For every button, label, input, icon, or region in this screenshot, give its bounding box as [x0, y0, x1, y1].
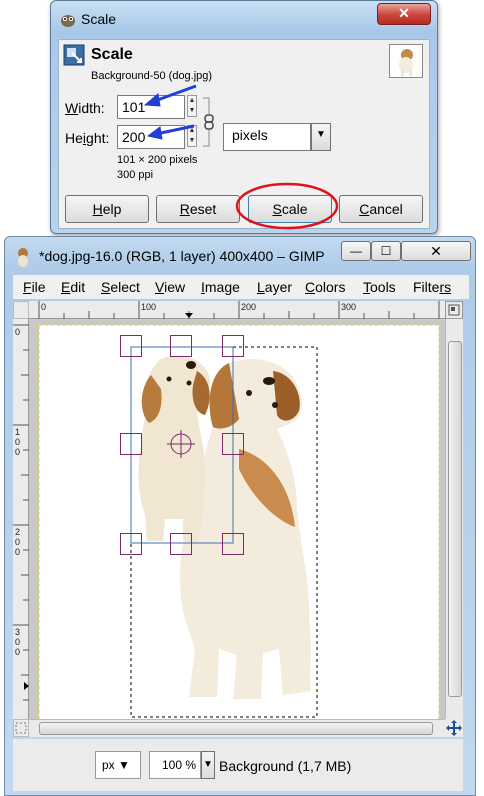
vertical-scroll-thumb[interactable] [448, 341, 462, 697]
maximize-button[interactable]: ☐ [371, 241, 401, 261]
gimp-titlebar[interactable]: *dog.jpg-16.0 (RGB, 1 layer) 400x400 – G… [5, 237, 475, 273]
canvas-viewport[interactable] [29, 319, 445, 725]
zoom-dropdown-arrow[interactable]: ▼ [201, 751, 215, 779]
menu-colors[interactable]: Colors [305, 279, 345, 295]
unit-selector[interactable]: px ▼ [95, 751, 141, 779]
gimp-app-icon [18, 248, 28, 267]
navigate-icon[interactable] [445, 301, 463, 319]
menu-file[interactable]: File [23, 279, 46, 295]
menu-filters[interactable]: Filters [413, 279, 451, 295]
height-annotation-arrow [146, 124, 195, 140]
scale-handle-top[interactable] [170, 335, 192, 357]
ruler-v-label-300: 300 [15, 627, 21, 657]
vertical-ruler-ticks [13, 324, 29, 701]
ruler-corner [13, 301, 29, 319]
annotation-overlay [143, 84, 339, 230]
ruler-h-label-200: 200 [241, 302, 257, 312]
scale-button-highlight-circle [235, 182, 339, 230]
width-annotation-arrow [143, 84, 197, 107]
zoom-toggle-icon[interactable] [445, 719, 463, 737]
scale-handle-bottom-left[interactable] [120, 533, 142, 555]
scale-handle-top-right[interactable] [222, 335, 244, 357]
ruler-v-label-100: 100 [15, 427, 21, 457]
ruler-h-label-100: 100 [141, 302, 157, 312]
gimp-window-title: *dog.jpg-16.0 (RGB, 1 layer) 400x400 – G… [39, 248, 325, 264]
scale-handle-right[interactable] [222, 433, 244, 455]
horizontal-ruler[interactable]: 0 100 200 300 [29, 301, 445, 319]
dog-image [138, 355, 311, 699]
menu-image[interactable]: Image [201, 279, 240, 295]
menu-tools[interactable]: Tools [363, 279, 396, 295]
menu-select[interactable]: Select [101, 279, 140, 295]
horizontal-scrollbar[interactable] [29, 719, 445, 737]
ruler-h-label-0: 0 [41, 302, 47, 312]
gimp-close-button[interactable]: ✕ [401, 241, 471, 261]
ruler-v-label-200: 200 [15, 527, 21, 557]
scale-handle-bottom[interactable] [170, 533, 192, 555]
scale-handle-left[interactable] [120, 433, 142, 455]
gimp-image-window: *dog.jpg-16.0 (RGB, 1 layer) 400x400 – G… [4, 236, 476, 796]
quick-mask-icon[interactable] [13, 719, 29, 737]
vertical-scrollbar[interactable] [445, 319, 463, 719]
minimize-button[interactable]: — [341, 241, 371, 261]
scale-handle-bottom-right[interactable] [222, 533, 244, 555]
ruler-h-label-300: 300 [341, 302, 357, 312]
zoom-input[interactable]: 100 % [149, 751, 201, 779]
menu-view[interactable]: View [155, 279, 185, 295]
vertical-ruler[interactable]: 0 100 200 300 [13, 319, 29, 719]
horizontal-ruler-ticks [38, 301, 440, 319]
menu-layer[interactable]: Layer [257, 279, 292, 295]
canvas-drawing [38, 324, 440, 719]
scale-handle-top-left[interactable] [120, 335, 142, 357]
horizontal-scroll-thumb[interactable] [39, 722, 433, 735]
menubar: File Edit Select View Image Layer Colors… [13, 275, 469, 299]
statusbar: px ▼ 100 % ▼ Background (1,7 MB) [13, 739, 463, 791]
layer-info: Background (1,7 MB) [219, 758, 352, 774]
menu-edit[interactable]: Edit [61, 279, 85, 295]
ruler-v-label-0: 0 [15, 327, 21, 337]
